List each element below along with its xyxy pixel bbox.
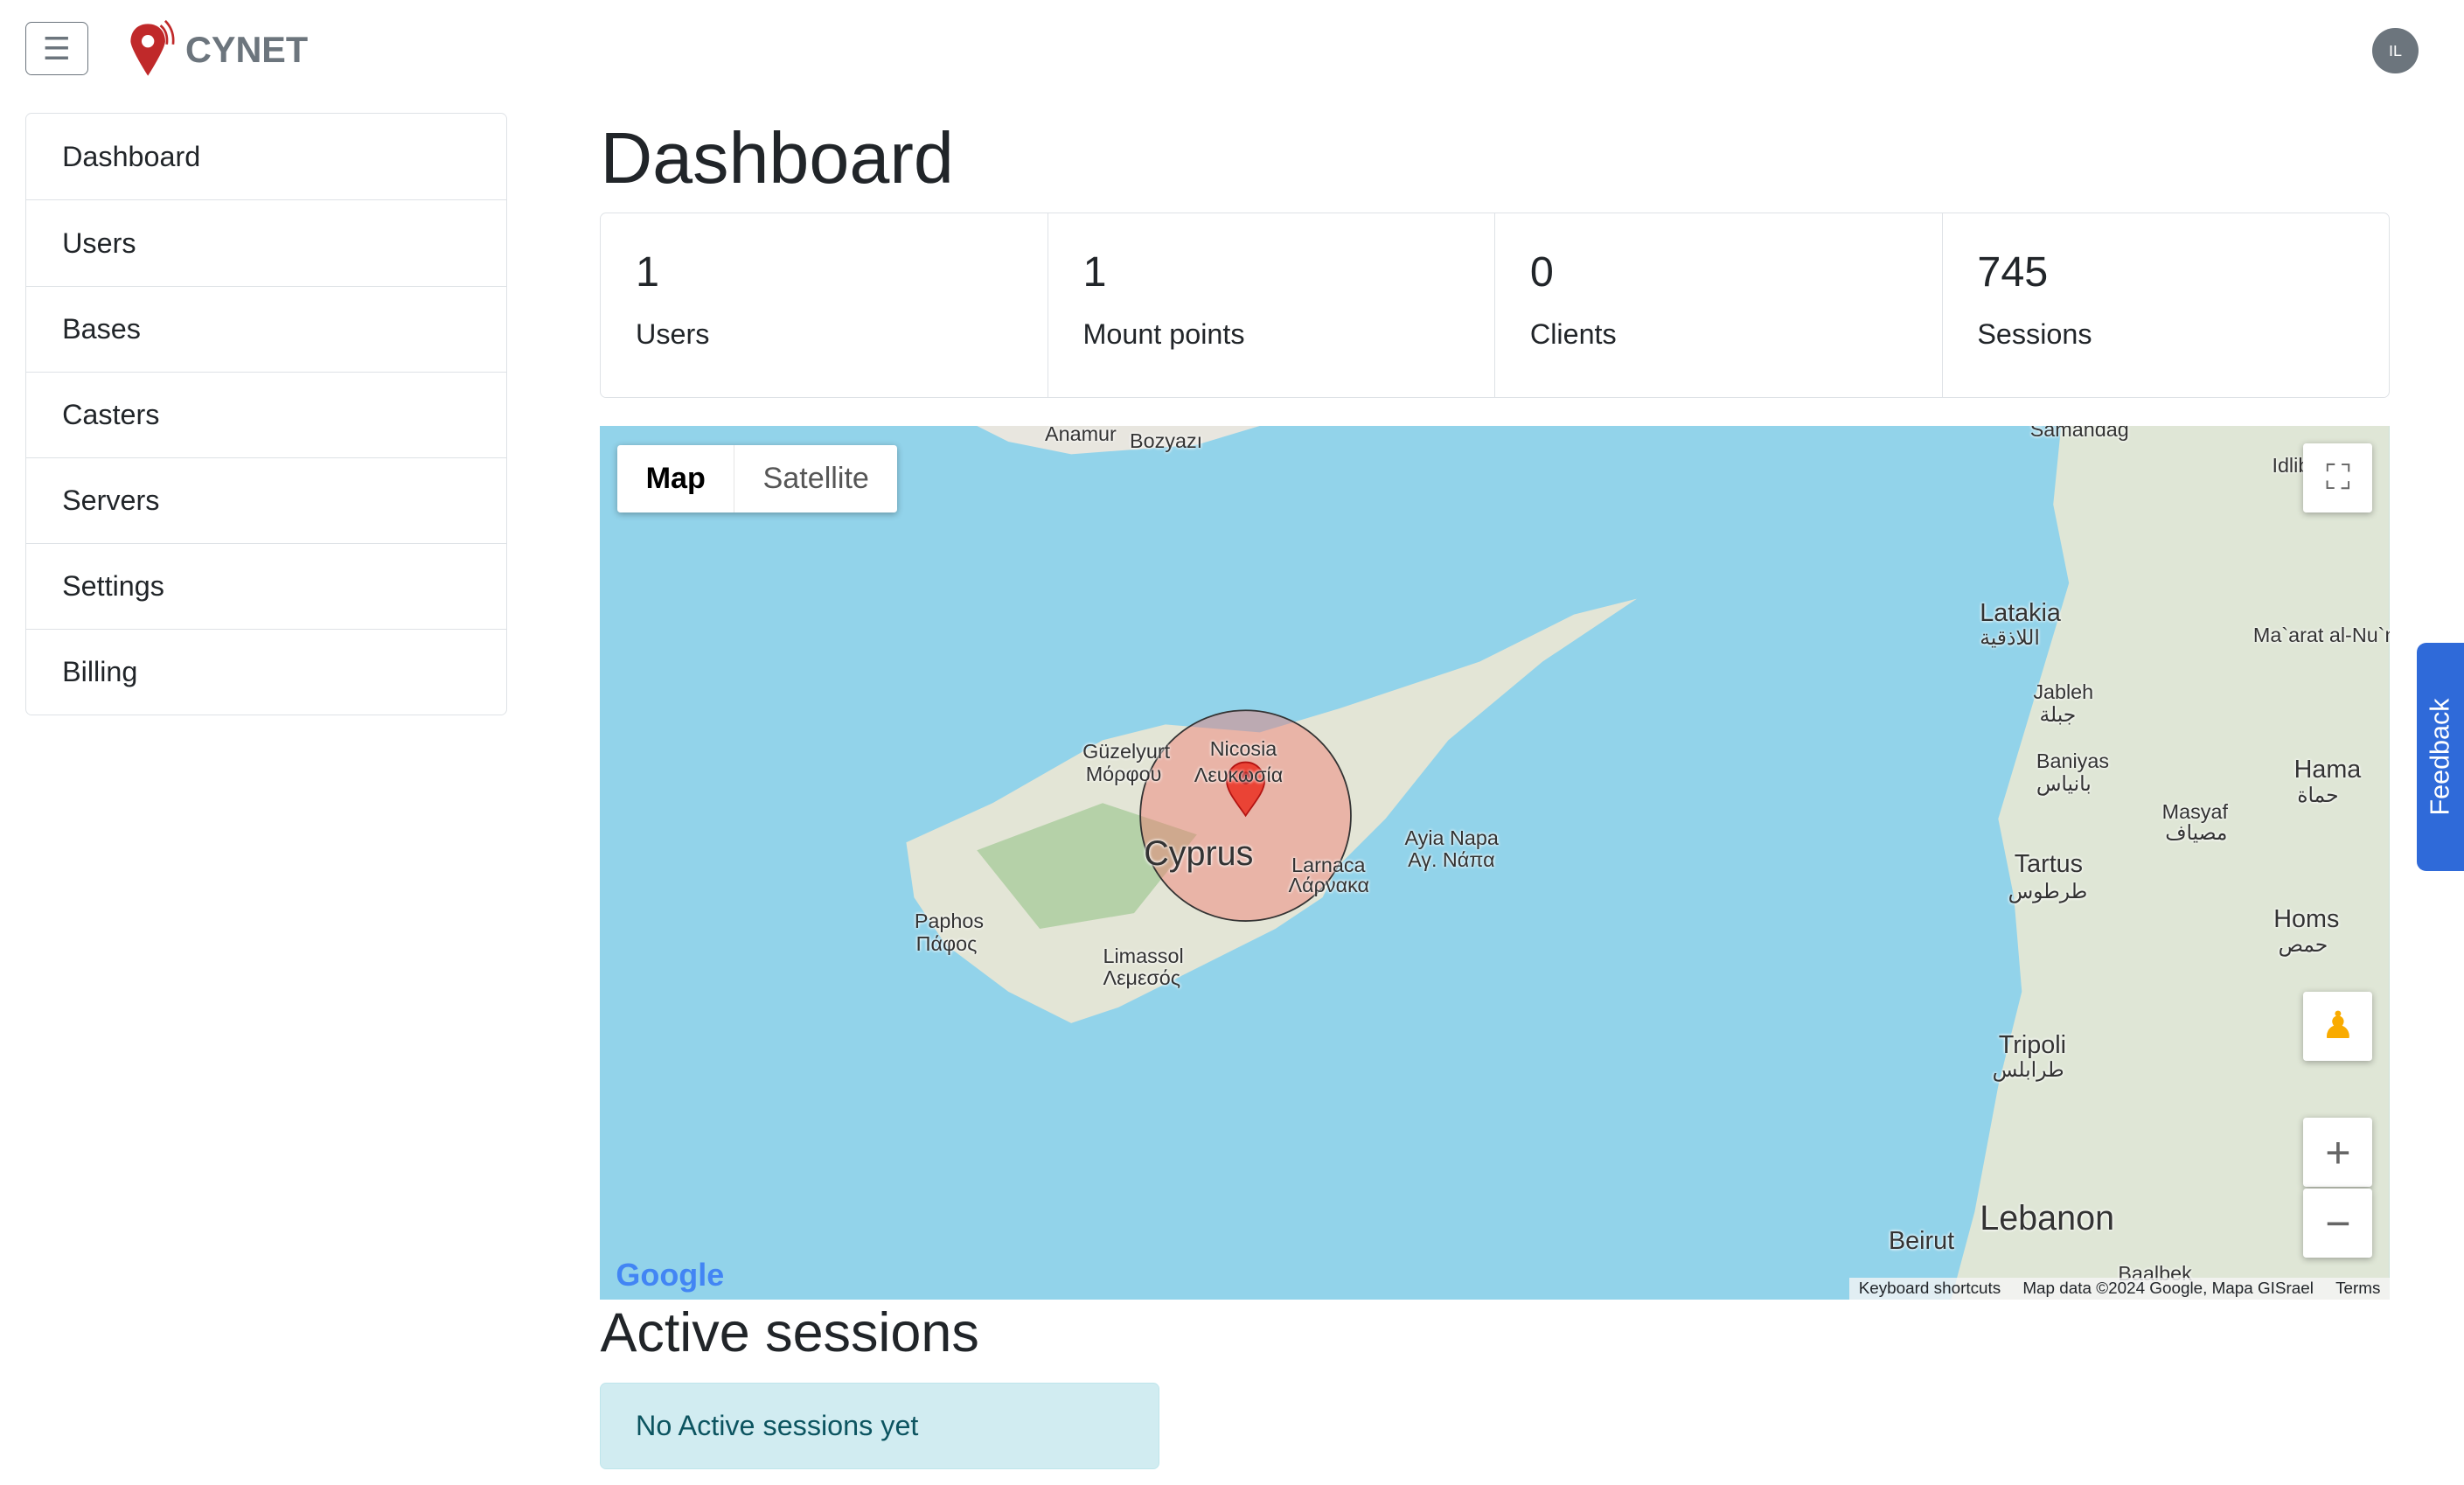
terms-link[interactable]: Terms	[2335, 1279, 2380, 1298]
map-place-label: بانياس	[2036, 772, 2092, 796]
map-place-label: Homs	[2273, 905, 2340, 934]
map-place-label: Baniyas	[2036, 749, 2110, 773]
map-type-satellite-button[interactable]: Satellite	[734, 445, 897, 512]
map-place-label: Limassol	[1103, 944, 1184, 967]
map[interactable]: Anamur Bozyazı Samandağ Latakia اللاذقية Jabl…	[600, 425, 2391, 1300]
keyboard-shortcuts-link[interactable]: Keyboard shortcuts	[1859, 1279, 2001, 1298]
menu-toggle-button[interactable]: ☰	[24, 22, 88, 76]
map-place-label: Λεμεσός	[1103, 966, 1181, 990]
street-view-pegman[interactable]: ♟	[2303, 991, 2373, 1061]
map-place-label: Ma`arat al-Nu`man	[2252, 624, 2390, 647]
stat-mount-points: 1 Mount points	[1047, 213, 1494, 397]
map-place-label: Tripoli	[1998, 1030, 2066, 1059]
map-place-label: Ayia Napa	[1404, 826, 1499, 850]
map-place-label: Nicosia	[1209, 736, 1277, 760]
map-place-label: Güzelyurt	[1082, 740, 1171, 763]
map-place-label: طرطوس	[2008, 879, 2088, 903]
map-place-label: Bozyazı	[1130, 429, 1203, 452]
stat-sessions: 745 Sessions	[1941, 213, 2389, 397]
stat-label: Mount points	[1082, 318, 1245, 351]
stat-value: 1	[635, 248, 659, 296]
sidebar-item-bases[interactable]: Bases	[25, 285, 507, 372]
sidebar-item-billing[interactable]: Billing	[25, 629, 507, 715]
stat-value: 745	[1977, 248, 2049, 296]
stat-label: Clients	[1529, 318, 1617, 351]
hamburger-icon: ☰	[42, 30, 71, 66]
zoom-out-button[interactable]: −	[2303, 1188, 2373, 1258]
map-place-label: Hama	[2293, 756, 2362, 784]
stat-label: Users	[635, 318, 710, 351]
location-pin-icon	[130, 19, 175, 76]
map-place-label: Αγ. Νάπα	[1408, 848, 1495, 872]
map-type-map-button[interactable]: Map	[617, 444, 735, 512]
no-sessions-alert: No Active sessions yet	[600, 1383, 1160, 1470]
zoom-in-button[interactable]: +	[2303, 1117, 2373, 1187]
sidebar-nav: Dashboard Users Bases Casters Servers Se…	[24, 113, 508, 716]
map-place-label: Λάρνακα	[1288, 874, 1370, 897]
map-place-label: Lebanon	[1980, 1199, 2115, 1238]
active-sessions-title: Active sessions	[600, 1301, 979, 1363]
logo[interactable]: CYNET	[126, 19, 308, 82]
user-avatar[interactable]: IL	[2372, 28, 2419, 74]
map-place-label: Latakia	[1980, 598, 2061, 627]
google-logo: Google	[616, 1256, 725, 1293]
stat-clients: 0 Clients	[1494, 213, 1941, 397]
fullscreen-icon: ⛶	[2326, 457, 2350, 497]
map-place-label: Λευκωσία	[1194, 763, 1284, 787]
map-place-label: Πάφος	[915, 931, 978, 955]
map-place-label: Tartus	[2014, 850, 2084, 879]
feedback-label: Feedback	[2425, 698, 2455, 816]
map-place-label: طرابلس	[1992, 1058, 2064, 1082]
map-attribution: Keyboard shortcuts Map data ©2024 Google…	[1848, 1277, 2391, 1300]
map-place-label: مصياف	[2165, 821, 2228, 845]
brand-name: CYNET	[185, 30, 309, 70]
land-turkey	[977, 425, 1261, 455]
feedback-button[interactable]: Feedback	[2416, 642, 2464, 871]
map-place-label: جبلة	[2039, 703, 2077, 727]
map-type-control: Map Satellite	[617, 444, 898, 512]
stat-value: 1	[1082, 248, 1107, 296]
sidebar-item-servers[interactable]: Servers	[25, 457, 507, 543]
sidebar-item-dashboard[interactable]: Dashboard	[26, 114, 507, 199]
plus-icon: +	[2325, 1126, 2351, 1177]
minus-icon: −	[2325, 1197, 2351, 1248]
map-place-label: حماة	[2297, 783, 2339, 806]
stat-label: Sessions	[1977, 318, 2092, 351]
sidebar-item-users[interactable]: Users	[25, 199, 507, 285]
map-place-label: Anamur	[1045, 425, 1117, 446]
map-place-label: Jableh	[2033, 680, 2094, 704]
stat-value: 0	[1529, 248, 1554, 296]
map-place-label: Μόρφου	[1085, 762, 1162, 785]
map-place-label: اللاذقية	[1980, 626, 2040, 650]
fullscreen-button[interactable]: ⛶	[2303, 443, 2373, 512]
stat-users: 1 Users	[601, 213, 1047, 397]
map-place-label: Beirut	[1888, 1227, 1955, 1256]
sidebar-item-casters[interactable]: Casters	[25, 371, 507, 457]
sidebar-item-settings[interactable]: Settings	[25, 542, 507, 629]
map-place-label: حمص	[2278, 932, 2328, 956]
map-place-label: Samandağ	[2029, 425, 2129, 441]
stats-panel: 1 Users 1 Mount points 0 Clients 745 Session…	[600, 212, 2391, 398]
page-title: Dashboard	[600, 116, 954, 199]
pegman-icon: ♟	[2321, 1005, 2356, 1048]
map-place-label: Cyprus	[1144, 834, 1254, 874]
map-place-label: Paphos	[914, 910, 985, 933]
map-data-text: Map data ©2024 Google, Mapa GISrael	[2022, 1279, 2314, 1298]
